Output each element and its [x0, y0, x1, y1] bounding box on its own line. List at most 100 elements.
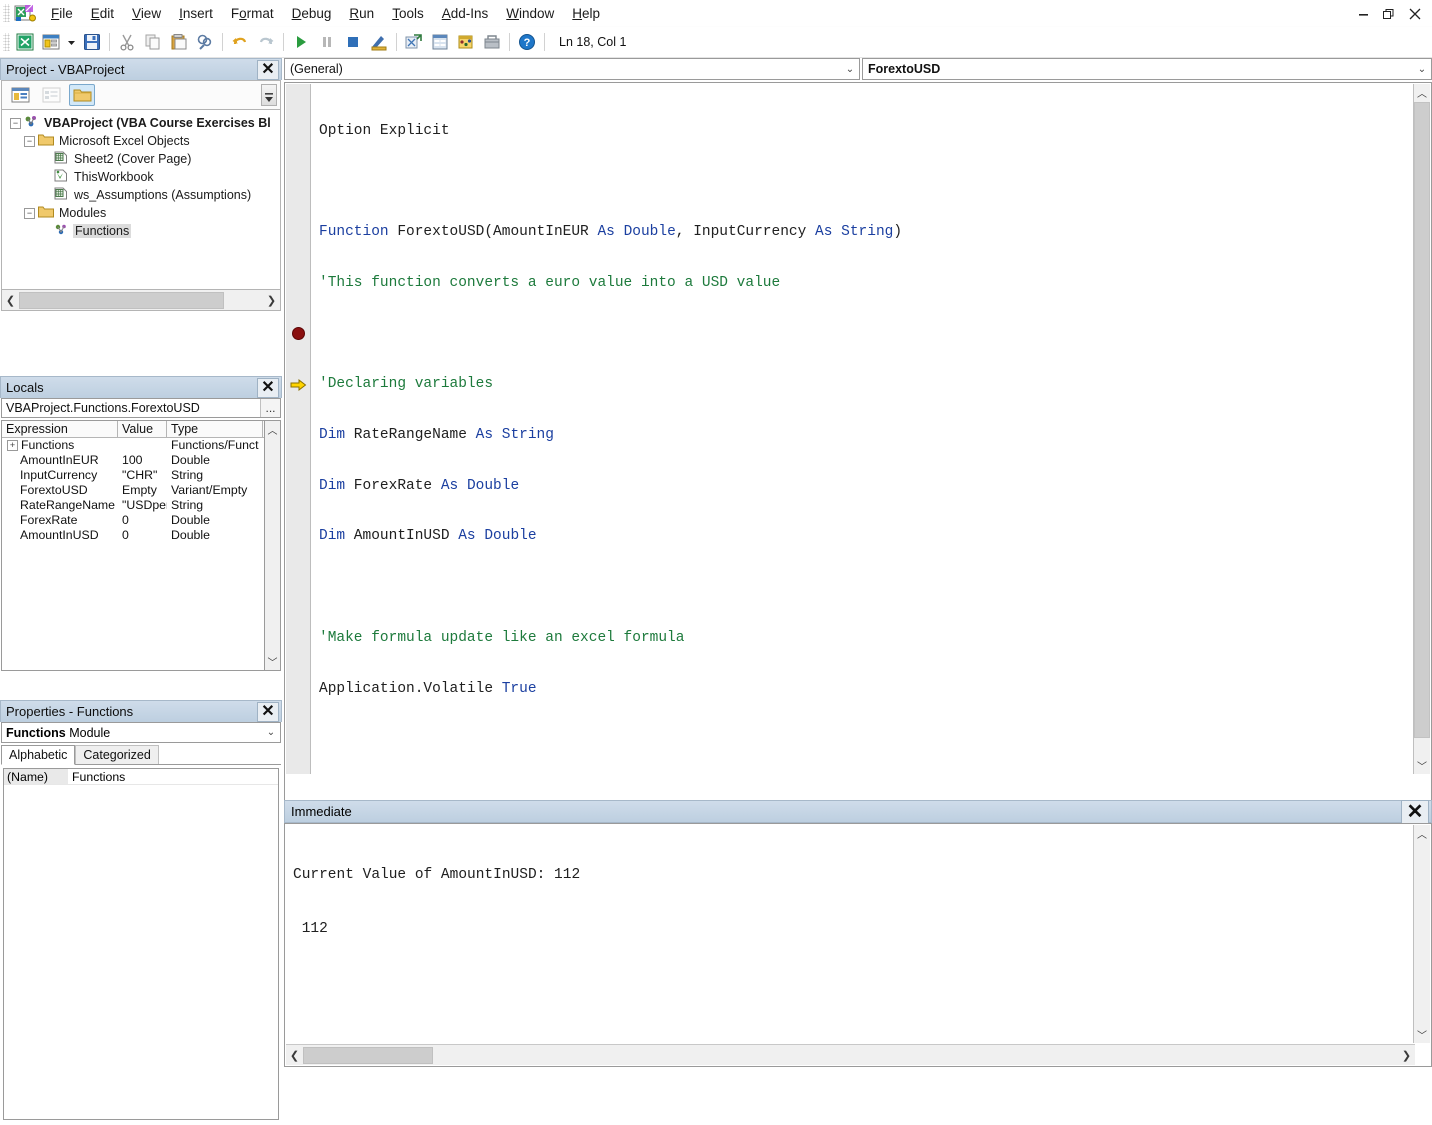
property-row[interactable]: (Name) Functions [4, 769, 278, 785]
locals-vertical-scrollbar[interactable]: ︿ ﹀ [264, 420, 281, 671]
tree-item-sheet2[interactable]: Sheet2 (Cover Page) [2, 150, 280, 168]
restore-button[interactable] [1376, 2, 1402, 26]
menu-run[interactable]: Run [340, 2, 383, 25]
undo-icon[interactable] [228, 30, 252, 54]
locals-row[interactable]: + Functions Functions/Funct [2, 438, 280, 453]
find-icon[interactable] [193, 30, 217, 54]
menu-edit[interactable]: Edit [82, 2, 123, 25]
menu-window[interactable]: Window [497, 2, 563, 25]
locals-callstack-button[interactable]: ... [260, 399, 280, 417]
scroll-up-arrow-icon[interactable]: ︿ [265, 421, 280, 438]
help-icon[interactable]: ? [515, 30, 539, 54]
run-icon[interactable] [289, 30, 313, 54]
project-tree-horizontal-scrollbar[interactable]: ❮ ❯ [1, 290, 281, 311]
reset-icon[interactable] [341, 30, 365, 54]
tree-item-ws-assumptions[interactable]: ws_Assumptions (Assumptions) [2, 186, 280, 204]
design-mode-icon[interactable] [367, 30, 391, 54]
locals-grid[interactable]: Expression Value Type + Functions Functi… [1, 420, 281, 671]
menu-insert[interactable]: Insert [170, 2, 222, 25]
code-breakpoint-margin[interactable] [286, 84, 311, 774]
immediate-body[interactable]: Current Value of AmountInUSD: 112 112 ︿ … [284, 823, 1432, 1067]
locals-row[interactable]: ForextoUSD Empty Variant/Empty [2, 483, 280, 498]
view-excel-icon[interactable] [13, 30, 37, 54]
view-object-icon[interactable] [38, 84, 64, 106]
cut-icon[interactable] [115, 30, 139, 54]
scroll-up-arrow-icon[interactable]: ︿ [1414, 84, 1430, 101]
scroll-left-arrow-icon[interactable]: ❮ [286, 1046, 303, 1065]
menu-file[interactable]: File [42, 2, 82, 25]
redo-icon[interactable] [254, 30, 278, 54]
toolbox-icon[interactable] [480, 30, 504, 54]
tab-categorized[interactable]: Categorized [75, 745, 159, 764]
procedure-combo[interactable]: ForextoUSD ⌄ [862, 58, 1432, 80]
property-value[interactable]: Functions [68, 769, 278, 784]
object-combo[interactable]: (General) ⌄ [284, 58, 860, 80]
properties-object-combo[interactable]: Functions Module ⌄ [1, 722, 281, 743]
break-icon[interactable] [315, 30, 339, 54]
scroll-left-arrow-icon[interactable]: ❮ [2, 291, 19, 310]
project-explorer-icon[interactable] [402, 30, 426, 54]
expander-icon[interactable]: − [24, 135, 35, 147]
code-vertical-scrollbar[interactable]: ︿ ﹀ [1413, 84, 1430, 774]
tree-item-thisworkbook[interactable]: ThisWorkbook [2, 168, 280, 186]
menu-view[interactable]: View [123, 2, 170, 25]
properties-window-icon[interactable] [428, 30, 452, 54]
menu-debug[interactable]: Debug [283, 2, 341, 25]
save-icon[interactable] [80, 30, 104, 54]
menu-format[interactable]: Format [222, 2, 283, 25]
paste-icon[interactable] [167, 30, 191, 54]
scroll-thumb[interactable] [303, 1046, 433, 1064]
scroll-up-arrow-icon[interactable]: ︿ [1414, 825, 1430, 842]
locals-row[interactable]: ForexRate 0 Double [2, 513, 280, 528]
scroll-down-arrow-icon[interactable]: ﹀ [265, 653, 280, 670]
toolbar-drag-grip[interactable] [3, 33, 10, 51]
chevron-down-icon[interactable]: ⌄ [1413, 64, 1431, 75]
object-browser-icon[interactable] [454, 30, 478, 54]
breakpoint-dot-icon[interactable] [292, 327, 305, 340]
project-toolbar-overflow-button[interactable] [261, 84, 277, 106]
tree-item-functions-module[interactable]: Functions [2, 222, 280, 240]
immediate-vertical-scrollbar[interactable]: ︿ ﹀ [1413, 825, 1430, 1043]
locals-row[interactable]: AmountInEUR 100 Double [2, 453, 280, 468]
tab-alphabetic[interactable]: Alphabetic [1, 745, 76, 765]
code-text[interactable]: Option Explicit Function ForextoUSD(Amou… [313, 84, 1403, 774]
scroll-right-arrow-icon[interactable]: ❯ [1398, 1046, 1415, 1065]
properties-close-button[interactable]: ✕ [257, 701, 279, 722]
insert-dropdown-icon[interactable] [65, 30, 78, 54]
project-tree[interactable]: − VBAProject (VBA Course Exercises Bl − … [1, 110, 281, 290]
project-explorer-close-button[interactable]: ✕ [257, 59, 279, 80]
tree-item-vbaproject[interactable]: − VBAProject (VBA Course Exercises Bl [2, 114, 280, 132]
view-code-icon[interactable] [7, 84, 33, 106]
menu-tools[interactable]: Tools [383, 2, 433, 25]
locals-context-field[interactable]: VBAProject.Functions.ForextoUSD ... [1, 398, 281, 418]
expander-icon[interactable]: + [7, 440, 18, 451]
close-button[interactable] [1402, 2, 1428, 26]
expander-icon[interactable]: − [10, 117, 21, 129]
menu-drag-grip[interactable] [3, 4, 10, 22]
scroll-down-arrow-icon[interactable]: ﹀ [1414, 757, 1430, 774]
locals-row[interactable]: RateRangeName "USDper String [2, 498, 280, 513]
scroll-thumb[interactable] [1414, 102, 1430, 738]
locals-close-button[interactable]: ✕ [257, 377, 279, 398]
tree-item-modules[interactable]: − Modules [2, 204, 280, 222]
menu-help[interactable]: Help [563, 2, 609, 25]
scroll-right-arrow-icon[interactable]: ❯ [263, 291, 280, 310]
immediate-output[interactable]: Current Value of AmountInUSD: 112 112 [293, 830, 1383, 974]
minimize-button[interactable] [1350, 2, 1376, 26]
menu-addins[interactable]: Add-Ins [433, 2, 498, 25]
locals-row[interactable]: InputCurrency "CHR" String [2, 468, 280, 483]
chevron-down-icon[interactable]: ⌄ [841, 64, 859, 75]
insert-userform-icon[interactable] [39, 30, 63, 54]
immediate-close-button[interactable]: ✕ [1401, 799, 1429, 824]
chevron-down-icon[interactable]: ⌄ [262, 727, 280, 738]
scroll-down-arrow-icon[interactable]: ﹀ [1414, 1026, 1430, 1043]
tree-item-excel-objects[interactable]: − Microsoft Excel Objects [2, 132, 280, 150]
locals-row[interactable]: AmountInUSD 0 Double [2, 528, 280, 543]
toggle-folders-icon[interactable] [69, 84, 95, 106]
expander-icon[interactable]: − [24, 207, 35, 219]
properties-grid[interactable]: (Name) Functions [3, 768, 279, 1120]
scroll-thumb[interactable] [19, 291, 224, 309]
copy-icon[interactable] [141, 30, 165, 54]
immediate-horizontal-scrollbar[interactable]: ❮ ❯ [286, 1044, 1415, 1065]
locals-cell-value: "CHR" [122, 468, 158, 482]
